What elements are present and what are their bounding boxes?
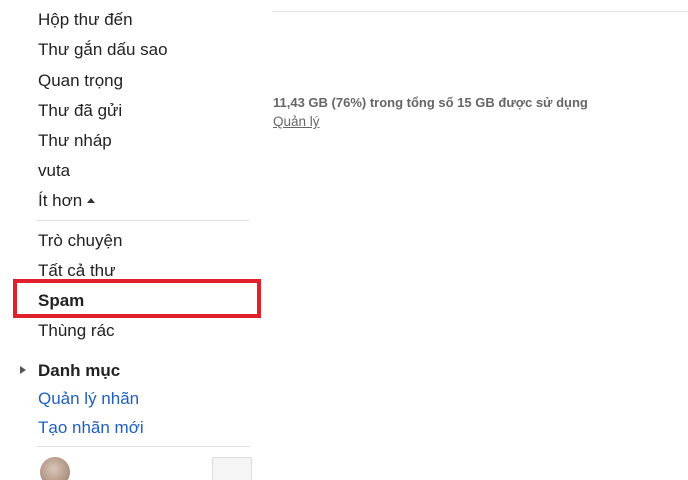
sidebar: Hộp thư đến Thư gắn dấu sao Quan trọng T… <box>0 0 262 480</box>
caret-right-icon[interactable] <box>20 366 26 374</box>
sidebar-divider <box>36 220 250 221</box>
top-divider <box>272 11 688 12</box>
sidebar-item-less-label: Ít hơn <box>38 191 83 210</box>
avatar[interactable] <box>40 457 70 480</box>
sidebar-item-inbox[interactable]: Hộp thư đến <box>38 9 133 31</box>
sidebar-item-chats[interactable]: Trò chuyện <box>38 230 122 252</box>
sidebar-item-trash[interactable]: Thùng rác <box>38 320 115 342</box>
sidebar-categories[interactable]: Danh mục <box>38 360 120 382</box>
manage-labels-link[interactable]: Quản lý nhãn <box>38 388 139 410</box>
sidebar-item-spam[interactable]: Spam <box>38 290 84 312</box>
sidebar-item-vuta[interactable]: vuta <box>38 160 70 182</box>
gmail-page: Hộp thư đến Thư gắn dấu sao Quan trọng T… <box>0 0 688 480</box>
main-content: 11,43 GB (76%) trong tổng số 15 GB được … <box>272 0 688 480</box>
caret-up-icon <box>87 198 96 203</box>
sidebar-item-starred[interactable]: Thư gắn dấu sao <box>38 39 168 61</box>
sidebar-item-drafts[interactable]: Thư nháp <box>38 130 112 152</box>
sidebar-item-sent[interactable]: Thư đã gửi <box>38 100 122 122</box>
manage-storage-link[interactable]: Quản lý <box>273 114 320 129</box>
sidebar-item-all-mail[interactable]: Tất cả thư <box>38 260 116 282</box>
hangouts-button[interactable] <box>212 457 252 480</box>
storage-usage-text: 11,43 GB (76%) trong tổng số 15 GB được … <box>273 95 588 110</box>
sidebar-item-less[interactable]: Ít hơn <box>38 190 96 212</box>
sidebar-divider-bottom <box>36 446 250 447</box>
create-label-link[interactable]: Tạo nhãn mới <box>38 417 144 439</box>
sidebar-item-important[interactable]: Quan trọng <box>38 70 123 92</box>
